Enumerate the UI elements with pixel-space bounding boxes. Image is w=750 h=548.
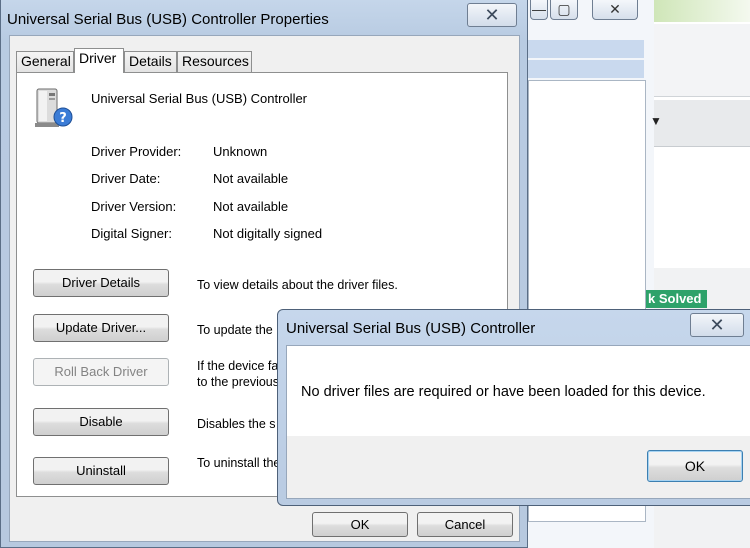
driver-provider-value: Unknown (213, 144, 268, 159)
driver-details-desc: To view details about the driver files. (197, 278, 398, 292)
svg-text:?: ? (59, 111, 67, 126)
close-icon: ✕ (484, 5, 500, 25)
cancel-button[interactable]: Cancel (417, 512, 513, 537)
solved-badge: k Solved (646, 290, 708, 308)
tab-driver[interactable]: Driver (74, 48, 124, 73)
browser-top-band (654, 0, 750, 22)
dialog-title: Universal Serial Bus (USB) Controller Pr… (7, 11, 329, 28)
browser-nav-bar (654, 100, 750, 147)
roll-back-driver-desc: If the device fa to the previous (197, 359, 279, 389)
uninstall-button[interactable]: Uninstall (33, 457, 169, 485)
device-name: Universal Serial Bus (USB) Controller (91, 91, 308, 106)
disable-button[interactable]: Disable (33, 408, 169, 436)
digital-signer-value: Not digitally signed (213, 226, 323, 241)
popup-message-area: No driver files are required or have bee… (287, 346, 750, 436)
message-popup: Universal Serial Bus (USB) Controller ✕ … (277, 309, 750, 506)
driver-details-button[interactable]: Driver Details (33, 269, 169, 297)
popup-message: No driver files are required or have bee… (301, 384, 706, 400)
driver-date-label: Driver Date: (91, 171, 161, 186)
ok-button[interactable]: OK (312, 512, 408, 537)
update-driver-button[interactable]: Update Driver... (33, 314, 169, 342)
popup-close-button[interactable]: ✕ (690, 313, 744, 337)
browser-toolbar (654, 24, 750, 97)
minimize-icon: — (532, 1, 546, 17)
tab-resources[interactable]: Resources (177, 51, 252, 72)
popup-client-area: No driver files are required or have bee… (286, 345, 750, 499)
driver-date-value: Not available (213, 171, 289, 186)
close-icon: ✕ (609, 1, 621, 17)
dropdown-arrow-icon[interactable]: ▼ (650, 114, 662, 128)
background-list-header (528, 40, 644, 58)
tab-details[interactable]: Details (124, 51, 177, 72)
maximize-icon: ▢ (557, 1, 571, 17)
background-list-header-2 (528, 60, 644, 78)
digital-signer-label: Digital Signer: (91, 226, 172, 241)
close-icon: ✕ (709, 315, 725, 335)
usb-controller-unknown-icon: ? (35, 88, 73, 127)
popup-title: Universal Serial Bus (USB) Controller (286, 320, 536, 337)
roll-back-driver-button[interactable]: Roll Back Driver (33, 358, 169, 386)
background-maximize-button[interactable]: ▢ (550, 0, 578, 20)
driver-provider-label: Driver Provider: (91, 144, 182, 159)
driver-version-value: Not available (213, 199, 289, 214)
popup-ok-button[interactable]: OK (647, 450, 743, 482)
dialog-close-button[interactable]: ✕ (467, 3, 517, 27)
background-close-button[interactable]: ✕ (592, 0, 638, 20)
driver-version-label: Driver Version: (91, 199, 177, 214)
tab-general[interactable]: General (16, 51, 74, 72)
background-minimize-button[interactable]: — (530, 0, 548, 20)
